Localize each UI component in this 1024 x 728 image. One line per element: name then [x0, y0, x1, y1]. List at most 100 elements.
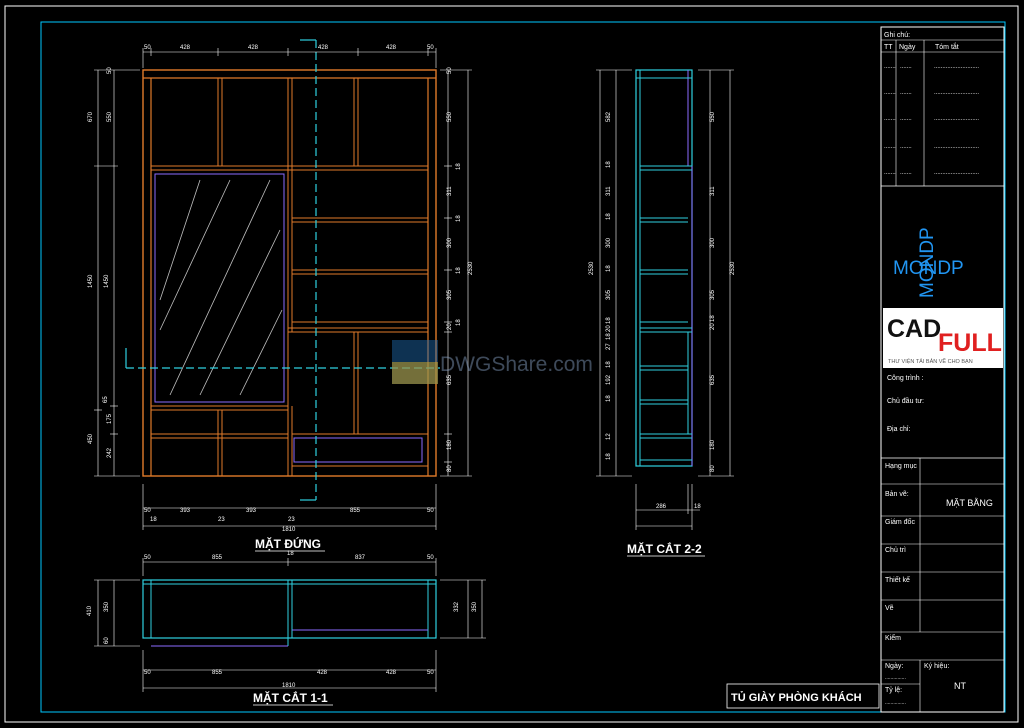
front-dim-top-3: 428	[318, 45, 329, 51]
front-dim-left-3: 1450	[88, 274, 94, 288]
s22-dim-right-1: 311	[710, 186, 716, 196]
s22-dim-right-8: 80	[710, 465, 716, 472]
section-2-2: 582 18 311 18 300 18 305 18 20 18 27 18 …	[589, 69, 736, 557]
front-dim-left-6: 450	[88, 433, 94, 444]
s22-dim-left-8: 20	[606, 325, 612, 332]
notes-row-3-sum: ...........................	[934, 116, 979, 122]
tb-chu-dau-tu: Chủ đầu tư:	[887, 396, 924, 405]
s22-dim-left-2: 311	[606, 186, 612, 196]
s11-dim-right-1: 350	[472, 601, 478, 612]
s22-dim-left-7: 18	[606, 317, 612, 324]
front-dim-bot-4: 50	[427, 508, 434, 514]
drawing-title: TỦ GIÀY PHÒNG KHÁCH	[731, 691, 862, 704]
s22-dim-left-4: 300	[606, 237, 612, 248]
tb-hang-muc: Hạng mục	[885, 463, 917, 470]
notes-row-2-ngay: .......	[900, 90, 912, 96]
tb-giam-doc: Giám đốc	[885, 517, 915, 526]
s22-dim-left-10: 27	[606, 343, 612, 350]
s22-dim-bot-0: 286	[656, 504, 667, 510]
s22-dim-left-0: 582	[606, 111, 612, 122]
tb-ban-ve: Bản vẽ:	[885, 491, 909, 498]
front-dim-right-2: 311	[447, 186, 453, 196]
s22-dim-right-3: 305	[710, 289, 716, 300]
section22-outline	[635, 69, 693, 467]
cadfull-logo-full: FULL	[938, 329, 1002, 357]
front-dim-left-5: 242	[107, 447, 113, 458]
front-dim-right-8: 80	[447, 465, 453, 472]
front-dim-left-4: 175	[107, 413, 113, 424]
notes-row-4-tt: .......	[884, 144, 896, 150]
notes-row-4-sum: ...........................	[934, 144, 979, 150]
front-dim-bot-1: 393	[180, 508, 191, 514]
s22-dim-left-16: 2530	[589, 261, 595, 275]
front-dim-gap-2: 23	[288, 517, 295, 523]
front-dim-right-3: 300	[447, 237, 453, 248]
section11-outline	[142, 579, 437, 639]
notes-row-4-ngay: .......	[900, 144, 912, 150]
s11-dim-left-1: 350	[104, 601, 110, 612]
tb-cong-trinh: Công trình :	[887, 375, 924, 382]
tb-ngay: Ngày:	[885, 663, 903, 670]
notes-row-5-sum: ...........................	[934, 170, 979, 176]
s11-dim-left-2: 60	[104, 637, 110, 644]
notes-col-tomtat: Tóm tắt	[935, 42, 959, 51]
front-dim-right-12: 18	[456, 267, 462, 274]
s22-dim-right-9: 2530	[730, 261, 736, 275]
s11-dim-top-1: 855	[212, 555, 223, 561]
s11-dim-bot-2: 428	[317, 670, 328, 676]
tb-kiem: Kiểm	[885, 634, 901, 642]
s11-dim-bot-3: 428	[386, 670, 397, 676]
notes-col-ngay: Ngày	[899, 44, 916, 51]
tb-dia-chi: Địa chỉ:	[887, 425, 910, 433]
tb-ky-hieu: Ký hiệu:	[924, 663, 949, 670]
s22-dim-left-6: 305	[606, 289, 612, 300]
s11-dim-left-0: 410	[87, 605, 93, 616]
front-elevation: 50 428 428 428 428 50 50 393 393 855 50 …	[88, 39, 474, 552]
front-dim-right-13: 18	[456, 319, 462, 326]
notes-header: Ghi chú:	[884, 32, 910, 39]
notes-row-1-ngay: .......	[900, 64, 912, 70]
front-view-label: MẶT ĐỨNG	[255, 536, 321, 551]
s22-dim-left-12: 192	[606, 374, 612, 385]
mondp-logo-vertical: MONDP	[917, 227, 938, 298]
tb-ban-ve-value: MẶT BẰNG	[946, 498, 993, 508]
tb-ve: Vẽ	[885, 605, 894, 612]
tb-thiet-ke: Thiết kế	[885, 575, 910, 584]
s22-dim-left-3: 18	[606, 213, 612, 220]
notes-col-tt: TT	[884, 44, 893, 51]
front-dim-top-1: 428	[180, 45, 191, 51]
notes-row-2-sum: ...........................	[934, 90, 979, 96]
front-dim-bot-0: 50	[144, 508, 151, 514]
front-dim-top-4: 428	[386, 45, 397, 51]
notes-row-5-ngay: .......	[900, 170, 912, 176]
watermark-text: DWGShare.com	[440, 353, 593, 376]
cad-drawing-sheet: 50 428 428 428 428 50 50 393 393 855 50 …	[4, 5, 1019, 723]
s11-dim-right-0: 332	[454, 601, 460, 612]
s11-dim-top-0: 50	[144, 555, 151, 561]
front-dim-right-4: 305	[447, 289, 453, 300]
notes-row-1-sum: ...........................	[934, 64, 979, 70]
notes-row-2-tt: .......	[884, 90, 896, 96]
front-dim-right-0: 50	[447, 67, 453, 74]
front-dim-right-9: 2530	[468, 261, 474, 275]
tb-ty-le-value: ...............	[885, 700, 906, 706]
s11-dim-top-2: 18	[287, 551, 294, 557]
s22-dim-left-1: 18	[606, 161, 612, 168]
front-dim-left-8: 65	[103, 396, 109, 403]
watermark: DWGShare.com	[392, 340, 593, 384]
front-dim-top-2: 428	[248, 45, 259, 51]
front-dim-top-5: 50	[427, 45, 434, 51]
tb-ty-le: Tỷ lệ:	[885, 687, 902, 694]
tb-ngay-value: ...............	[885, 675, 906, 681]
front-dim-left-2: 1450	[104, 274, 110, 288]
s11-dim-bot-0: 50	[144, 670, 151, 676]
front-dim-bot-3: 855	[350, 508, 361, 514]
s11-dim-bot-4: 50	[427, 670, 434, 676]
front-dim-right-10: 18	[456, 163, 462, 170]
s22-dim-left-5: 18	[606, 265, 612, 272]
section11-label: MẶT CẮT 1-1	[253, 690, 328, 705]
tb-ky-hieu-value: NT	[954, 681, 966, 691]
s11-dim-bot-1: 855	[212, 670, 223, 676]
section-1-1: 50 855 18 837 50 50 855 428 428 50 1810 …	[87, 551, 486, 706]
s22-dim-right-0: 550	[710, 111, 716, 122]
